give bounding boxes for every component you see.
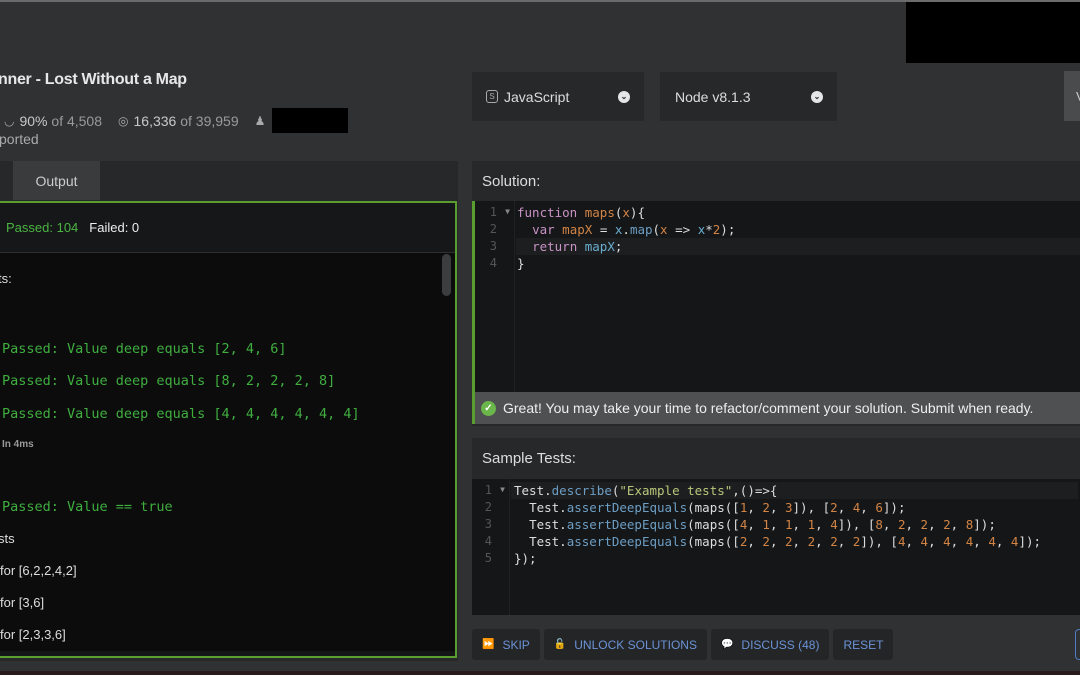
check-circle-icon: ✓ <box>481 400 496 416</box>
javascript-icon: S <box>486 90 498 103</box>
output-panel: Output Passed: 104 Failed: 0 ts: Passed:… <box>0 161 458 661</box>
solution-editor[interactable]: 1 ▼ 2 3 4 function maps(x){ var mapX = x… <box>472 201 1080 392</box>
fold-arrow-icon[interactable]: ▼ <box>505 207 510 216</box>
line-number: 2 <box>484 500 492 514</box>
satisfaction-stat: ◡ 90% of 4,508 <box>4 113 102 129</box>
reset-button[interactable]: RESET <box>833 629 894 660</box>
output-line: for [3,6] <box>0 595 45 610</box>
line-number: 1 <box>489 205 497 219</box>
line-number: 3 <box>484 517 492 531</box>
language-dropdown[interactable]: S JavaScript ⌄ <box>472 72 644 121</box>
version-dropdown[interactable]: Node v8.1.3 ⌄ <box>660 72 837 121</box>
unlock-label: UNLOCK SOLUTIONS <box>574 637 697 652</box>
satisfaction-total: of 4,508 <box>51 112 103 129</box>
code-line: Test.assertDeepEquals(maps([2, 2, 2, 2, … <box>529 534 1042 549</box>
redacted-author <box>272 108 349 133</box>
lock-icon: 🔓 <box>553 639 567 650</box>
output-line: ts: <box>0 271 12 286</box>
code-line: } <box>517 256 525 271</box>
reset-label: RESET <box>843 637 884 652</box>
output-line: Passed: Value deep equals [2, 4, 6] <box>2 341 287 357</box>
sample-tests-heading: Sample Tests: <box>482 450 576 467</box>
view-button[interactable]: V <box>1064 71 1080 121</box>
discuss-button[interactable]: 💬 DISCUSS (48) <box>710 629 830 660</box>
unlock-solutions-button[interactable]: 🔓 UNLOCK SOLUTIONS <box>543 629 707 660</box>
solution-heading: Solution: <box>482 173 541 190</box>
success-text: Great! You may take your time to refacto… <box>503 400 1034 416</box>
fast-forward-icon: ⏩ <box>482 639 495 650</box>
line-number: 1 <box>484 483 492 497</box>
output-line: Passed: Value == true <box>2 499 173 515</box>
code-line: var mapX = x.map(x => x*2); <box>532 222 736 237</box>
code-line: Test.assertDeepEquals(maps([1, 2, 3]), [… <box>529 500 906 515</box>
output-line: In 4ms <box>2 439 34 450</box>
line-number: 2 <box>489 222 497 236</box>
target-icon: ◎ <box>118 113 129 128</box>
satisfaction-value: 90% <box>19 112 48 129</box>
version-value: Node v8.1.3 <box>675 88 751 105</box>
comments-icon: 💬 <box>720 639 734 650</box>
code-line: }); <box>514 551 537 566</box>
kata-title: nner - Lost Without a Map <box>0 71 187 88</box>
chevron-down-icon: ⌄ <box>811 90 823 103</box>
code-line: function maps(x){ <box>517 205 645 220</box>
sample-tests-editor[interactable]: 1 ▼ 2 3 4 5 Test.describe("Example tests… <box>472 479 1080 615</box>
passed-count: Passed: 104 <box>6 220 79 235</box>
kata-subtitle: ported <box>0 131 39 147</box>
author-stat[interactable]: ♟ <box>255 108 349 133</box>
code-line: Test.describe("Example tests",()=>{ <box>514 483 778 498</box>
output-line: for [2,3,3,6] <box>0 627 66 642</box>
chevron-down-icon: ⌄ <box>618 90 630 103</box>
skip-label: SKIP <box>502 637 530 652</box>
solution-panel: Solution: 1 ▼ 2 3 4 function maps(x){ va… <box>472 161 1080 426</box>
user-icon: ♟ <box>254 113 266 128</box>
completions-stat: ◎ 16,336 of 39,959 <box>118 113 239 129</box>
output-scrollbar[interactable] <box>442 254 451 296</box>
tab-output[interactable]: Output <box>13 161 100 200</box>
line-gutter: 1 ▼ 2 3 4 <box>475 201 515 392</box>
line-number: 4 <box>489 256 497 270</box>
kata-stats: ◡ 90% of 4,508 ◎ 16,336 of 39,959 ♟ <box>4 108 364 133</box>
redacted-region <box>906 2 1080 63</box>
line-number: 3 <box>489 239 497 253</box>
fold-arrow-icon[interactable]: ▼ <box>500 485 505 494</box>
output-footer <box>0 651 455 656</box>
completions-value: 16,336 <box>133 112 177 129</box>
line-gutter: 1 ▼ 2 3 4 5 <box>472 479 510 615</box>
output-console: Passed: 104 Failed: 0 ts: Passed: Value … <box>0 201 457 658</box>
success-message: ✓ Great! You may take your time to refac… <box>472 392 1080 424</box>
gauge-icon: ◡ <box>4 113 15 128</box>
skip-button[interactable]: ⏩ SKIP <box>472 629 540 660</box>
bottom-border <box>0 671 1080 675</box>
line-number: 5 <box>484 551 492 565</box>
code-line: Test.assertDeepEquals(maps([4, 1, 1, 1, … <box>529 517 996 532</box>
discuss-label: DISCUSS (48) <box>741 637 820 652</box>
action-bar: ⏩ SKIP 🔓 UNLOCK SOLUTIONS 💬 DISCUSS (48) RE… <box>472 629 897 660</box>
test-summary: Passed: 104 Failed: 0 <box>0 203 455 253</box>
output-line: for [6,2,2,4,2] <box>0 563 77 578</box>
language-value: JavaScript <box>504 88 570 105</box>
output-line: sts <box>0 531 15 546</box>
sample-tests-panel: Sample Tests: 1 ▼ 2 3 4 5 Test.describe(… <box>472 438 1080 615</box>
attempt-button[interactable] <box>1075 629 1080 660</box>
output-line: Passed: Value deep equals [4, 4, 4, 4, 4… <box>2 406 360 422</box>
output-tabs: Output <box>0 161 458 200</box>
code-line: return mapX; <box>532 239 623 254</box>
failed-count: Failed: 0 <box>89 220 140 235</box>
completions-total: of 39,959 <box>180 112 239 129</box>
line-number: 4 <box>484 534 492 548</box>
output-line: Passed: Value deep equals [8, 2, 2, 2, 8… <box>2 373 336 389</box>
